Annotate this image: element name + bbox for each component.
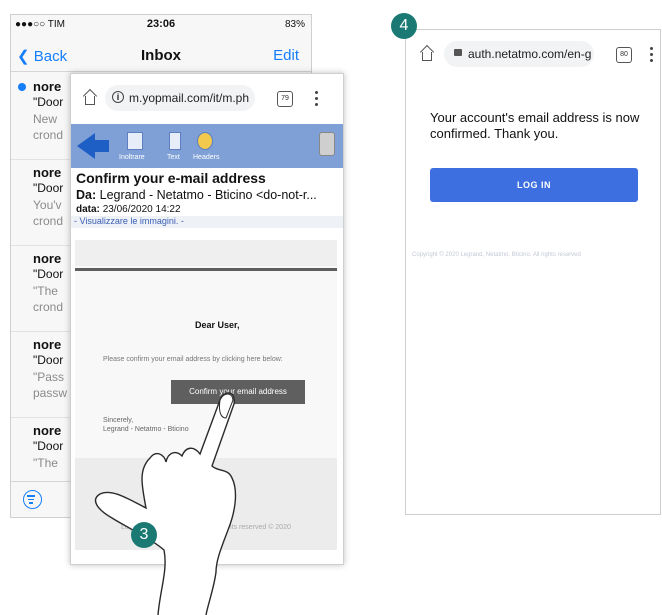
home-icon[interactable] (420, 47, 434, 61)
status-bar: ●●●○○ TIM 23:06 83% (11, 15, 311, 33)
netatmo-auth-screen: auth.netatmo.com/en-g 80 Your account's … (405, 29, 661, 515)
mail-subject: "Door (33, 439, 64, 453)
date-label: data: (76, 204, 100, 215)
browser-address-bar: auth.netatmo.com/en-g 80 (406, 30, 660, 78)
from-label: Da: (76, 188, 97, 202)
mail-preview: passw (33, 386, 68, 400)
confirmation-message: Your account's email address is now conf… (430, 110, 640, 141)
battery-label: 83% (284, 19, 305, 30)
step-badge-3: 3 (131, 522, 157, 548)
email-subject: Confirm your e-mail address (76, 170, 266, 186)
info-icon: i (112, 91, 124, 103)
mail-sender: nore (33, 423, 62, 438)
mail-subject: "Door (33, 95, 64, 109)
menu-kebab-icon[interactable] (650, 46, 654, 62)
show-images-link[interactable]: - Visualizzare le immagini. - (71, 216, 343, 228)
tab-count-icon[interactable]: 80 (616, 47, 632, 63)
mail-sender: nore (33, 251, 62, 266)
mail-preview: "The (33, 284, 58, 298)
mail-sender: nore (33, 337, 62, 352)
url-field[interactable]: auth.netatmo.com/en-g (444, 41, 594, 67)
inbox-nav-bar: ❮ Back Inbox Edit (11, 37, 311, 72)
pointing-hand-illustration (94, 392, 237, 615)
email-header-band (75, 240, 337, 266)
from-value: Legrand - Netatmo - Bticino <do-not-r... (99, 188, 317, 202)
url-field[interactable]: i m.yopmail.com/it/m.ph (105, 85, 255, 111)
copyright-notice: Copyright © 2020 Legrand, Netatmo, Btici… (412, 252, 581, 258)
edit-button[interactable]: Edit (273, 47, 299, 64)
login-button[interactable]: LOG IN (430, 168, 638, 202)
mail-subject: "Door (33, 267, 64, 281)
back-arrow-tail (93, 140, 109, 152)
clock: 23:06 (146, 18, 176, 30)
forward-icon (127, 132, 143, 150)
yopmail-toolbar: Inoltrare Text Headers (71, 124, 343, 168)
url-text: auth.netatmo.com/en-g (468, 47, 592, 61)
mail-preview: crond (33, 214, 64, 228)
inbox-title: Inbox (141, 47, 181, 64)
mail-sender: nore (33, 165, 62, 180)
browser-address-bar: i m.yopmail.com/it/m.ph 79 (71, 74, 343, 122)
hand-outline (94, 392, 237, 615)
mail-subject: "Door (33, 353, 64, 367)
email-greeting: Dear User, (195, 320, 240, 330)
text-button[interactable]: Text (167, 154, 180, 161)
headers-icon (197, 132, 213, 150)
menu-kebab-icon[interactable] (315, 90, 319, 106)
trash-icon[interactable] (319, 132, 335, 156)
mail-preview: crond (33, 300, 64, 314)
mail-preview: "The (33, 456, 58, 470)
email-from: Da: Legrand - Netatmo - Bticino <do-not-… (76, 188, 317, 202)
filter-icon[interactable] (23, 490, 42, 509)
mail-preview: You'v (33, 198, 62, 212)
forward-button[interactable]: Inoltrare (119, 154, 145, 161)
url-text: m.yopmail.com/it/m.ph (129, 91, 250, 105)
date-value: 23/06/2020 14:22 (102, 204, 181, 215)
step-badge-4: 4 (391, 13, 417, 39)
mail-preview: "Pass (33, 370, 64, 384)
mail-preview: New (33, 112, 58, 126)
home-icon[interactable] (83, 91, 97, 105)
mail-subject: "Door (33, 181, 64, 195)
lock-icon (454, 49, 462, 56)
mail-preview: crond (33, 128, 64, 142)
email-divider (75, 268, 337, 271)
email-date: data: 23/06/2020 14:22 (76, 204, 181, 215)
mail-sender: nore (33, 79, 62, 94)
unread-dot-icon (18, 83, 26, 91)
text-icon (169, 132, 181, 150)
headers-button[interactable]: Headers (193, 154, 219, 161)
tab-count-icon[interactable]: 79 (277, 91, 293, 107)
